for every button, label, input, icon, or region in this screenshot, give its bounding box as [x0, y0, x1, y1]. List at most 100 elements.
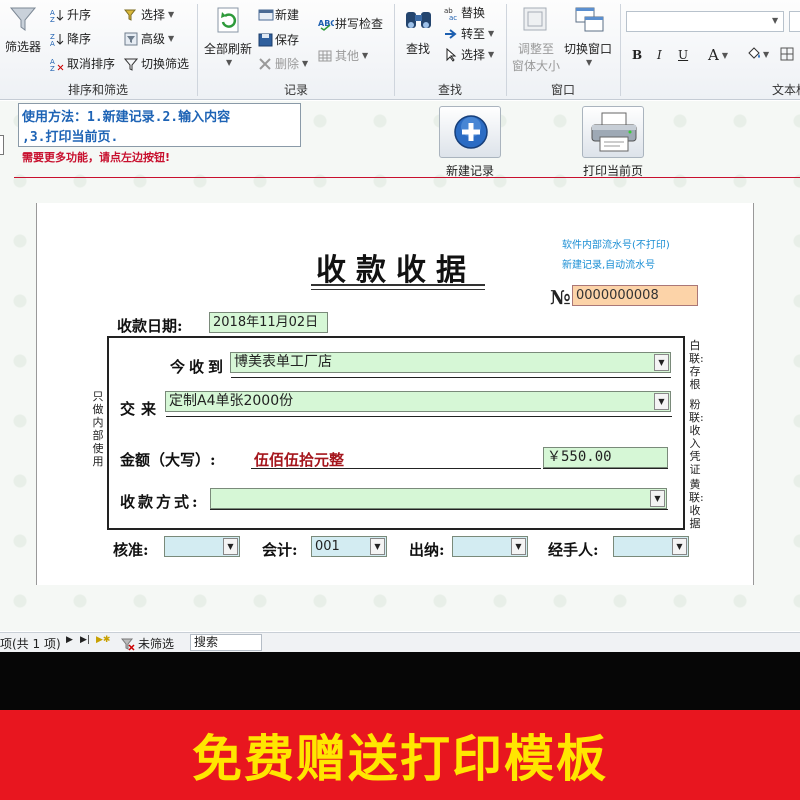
font-name-dropdown-arrow[interactable]: ▼	[772, 16, 778, 25]
size-to-fit-label-2[interactable]: 窗体大小	[512, 57, 560, 74]
size-to-fit-icon[interactable]	[522, 6, 548, 35]
spelling-icon: ABC	[318, 17, 336, 31]
copy-note-white: 白联:存根	[689, 339, 704, 391]
spelling-button[interactable]: ABC 拼写检查	[318, 15, 383, 32]
switch-windows-icon[interactable]	[575, 6, 605, 37]
new-record-ribbon-button[interactable]: 新建	[258, 6, 299, 23]
size-to-fit-label-1[interactable]: 调整至	[518, 40, 554, 57]
cursor-icon	[444, 47, 458, 62]
group-divider	[620, 4, 621, 96]
save-button[interactable]: 保存	[258, 31, 299, 48]
refresh-dropdown-arrow[interactable]: ▼	[226, 58, 232, 67]
filter-icon[interactable]	[8, 4, 38, 37]
paint-bucket-icon	[746, 47, 760, 61]
received-from-dropdown-arrow[interactable]: ▼	[654, 354, 669, 371]
delete-button[interactable]: 删除 ▼	[258, 55, 308, 72]
refresh-icon[interactable]	[215, 6, 243, 39]
new-record-icon	[258, 8, 274, 22]
more-button[interactable]: 其他 ▼	[318, 47, 368, 64]
font-size-box[interactable]	[789, 11, 800, 32]
italic-button[interactable]: I	[657, 48, 662, 62]
header-divider-line	[14, 177, 800, 178]
payment-method-dropdown-arrow[interactable]: ▼	[650, 490, 665, 507]
svg-text:Z: Z	[50, 16, 55, 22]
plus-circle-icon	[453, 113, 489, 154]
payment-method-underline	[210, 509, 668, 510]
find-group-label: 查找	[437, 83, 462, 97]
filter-button[interactable]: 筛选器	[5, 38, 41, 55]
new-blank-record-icon[interactable]: ▶✱	[96, 635, 110, 645]
serial-note-2: 新建记录,自动流水号	[562, 260, 656, 271]
switch-windows-button[interactable]: 切换窗口	[564, 40, 612, 57]
for-label: 交来	[120, 400, 163, 418]
search-box[interactable]: 搜索	[190, 634, 262, 651]
serial-number-field[interactable]: 0000000008	[572, 285, 698, 306]
promo-banner: 免费赠送打印模板	[0, 710, 800, 800]
clear-sort-button[interactable]: AZ 取消排序	[50, 55, 115, 73]
font-color-button[interactable]: A ▼	[708, 46, 728, 64]
svg-text:ABC: ABC	[318, 19, 334, 28]
table-grid-icon	[318, 49, 332, 63]
date-field[interactable]: 2018年11月02日	[209, 312, 328, 333]
payment-method-label: 收款方式:	[120, 493, 201, 511]
amount-underline	[543, 468, 668, 469]
next-record-icon[interactable]: ▶	[66, 635, 73, 645]
for-dropdown-arrow[interactable]: ▼	[654, 393, 669, 410]
amount-in-words: 伍佰伍拾元整	[254, 451, 345, 469]
binoculars-icon[interactable]	[404, 6, 434, 37]
toggle-filter-button[interactable]: 切换筛选	[123, 55, 189, 72]
refresh-all-button[interactable]: 全部刷新	[204, 40, 252, 57]
advanced-filter-icon	[124, 32, 138, 46]
received-from-field[interactable]: 博美表单工厂店	[230, 352, 671, 373]
select-button[interactable]: 选择 ▼	[444, 46, 494, 63]
promo-banner-text: 免费赠送打印模板	[192, 730, 608, 788]
fill-color-button[interactable]: ▼	[746, 47, 769, 61]
accountant-label: 会计:	[262, 541, 298, 559]
approver-dropdown-arrow[interactable]: ▼	[223, 538, 238, 555]
gridlines-button[interactable]	[780, 47, 794, 61]
amount-field[interactable]: ￥550.00	[543, 447, 668, 468]
replace-button[interactable]: ab ac 替换	[444, 4, 485, 22]
received-from-underline	[231, 377, 671, 378]
title-underline-thin	[311, 289, 485, 290]
records-group-label: 记录	[283, 83, 308, 97]
received-from-label: 今收到	[170, 358, 228, 376]
amount-label: 金额（大写）:	[120, 451, 216, 469]
gridlines-icon	[780, 47, 794, 61]
bold-button[interactable]: B	[632, 48, 642, 62]
accountant-dropdown-arrow[interactable]: ▼	[370, 538, 385, 555]
internal-use-note: 只做内部使用	[92, 390, 104, 468]
replace-icon: ab ac	[444, 6, 458, 22]
title-underline	[311, 284, 485, 286]
printer-icon	[588, 111, 640, 158]
sort-descending-button[interactable]: ZA 降序	[50, 30, 91, 48]
black-band	[0, 652, 800, 710]
text-format-group-label: 文本格	[772, 83, 800, 97]
no-filter-icon	[120, 637, 135, 651]
underline-button[interactable]: U	[678, 48, 688, 62]
copy-note-pink: 粉联:收入凭证	[689, 398, 704, 476]
left-more-button[interactable]	[0, 135, 4, 155]
last-record-icon[interactable]: ▶|	[80, 635, 90, 645]
sort-ascending-button[interactable]: AZ 升序	[50, 6, 91, 24]
goto-button[interactable]: 转至 ▼	[444, 25, 494, 42]
new-record-button[interactable]	[439, 106, 501, 158]
record-count: 项(共 1 项)	[0, 637, 61, 651]
handler-label: 经手人:	[548, 541, 599, 559]
print-current-page-button[interactable]	[582, 106, 644, 158]
cashier-dropdown-arrow[interactable]: ▼	[511, 538, 526, 555]
payment-method-field[interactable]	[210, 488, 667, 509]
advanced-filter-button[interactable]: 高级 ▼	[124, 30, 174, 47]
font-name-box[interactable]	[626, 11, 784, 32]
clear-sort-icon: AZ	[50, 57, 64, 73]
filter-status-button[interactable]: 未筛选	[120, 635, 174, 652]
approver-label: 核准:	[113, 541, 149, 559]
instructions-line-2: ,3.打印当前页.	[22, 130, 119, 145]
date-label: 收款日期:	[117, 317, 183, 335]
for-field[interactable]: 定制A4单张2000份	[165, 391, 671, 412]
svg-text:Z: Z	[50, 65, 55, 71]
handler-dropdown-arrow[interactable]: ▼	[672, 538, 687, 555]
find-button[interactable]: 查找	[406, 40, 430, 57]
switch-windows-dropdown-arrow[interactable]: ▼	[586, 58, 592, 67]
selection-filter-button[interactable]: 选择 ▼	[123, 6, 174, 23]
